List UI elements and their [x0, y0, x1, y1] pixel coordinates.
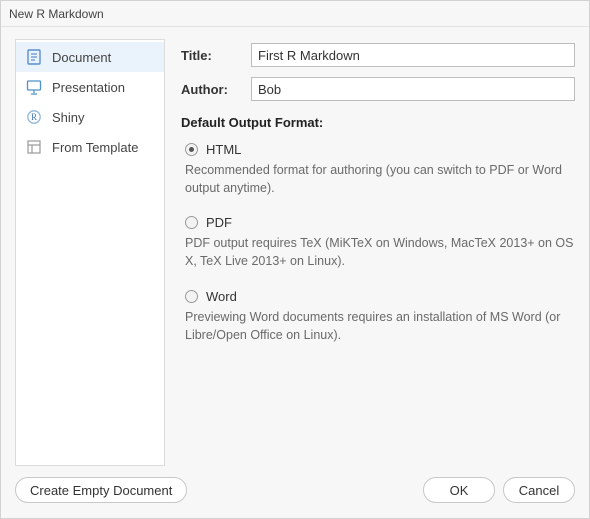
output-option-word: Word Previewing Word documents requires …	[181, 289, 575, 344]
button-label: OK	[450, 483, 469, 498]
radio-description: PDF output requires TeX (MiKTeX on Windo…	[185, 234, 575, 270]
title-row: Title:	[181, 43, 575, 67]
radio-button-icon	[185, 143, 198, 156]
radio-label: HTML	[206, 142, 241, 157]
title-input[interactable]	[251, 43, 575, 67]
output-format-heading: Default Output Format:	[181, 115, 575, 130]
sidebar-item-label: Presentation	[52, 80, 125, 95]
radio-html[interactable]: HTML	[185, 142, 575, 157]
window-title: New R Markdown	[9, 7, 104, 21]
dialog-window: New R Markdown Document	[0, 0, 590, 519]
presentation-icon	[26, 79, 42, 95]
radio-pdf[interactable]: PDF	[185, 215, 575, 230]
author-input[interactable]	[251, 77, 575, 101]
radio-description: Previewing Word documents requires an in…	[185, 308, 575, 344]
author-row: Author:	[181, 77, 575, 101]
sidebar-item-label: Shiny	[52, 110, 85, 125]
radio-description: Recommended format for authoring (you ca…	[185, 161, 575, 197]
ok-button[interactable]: OK	[423, 477, 495, 503]
output-option-pdf: PDF PDF output requires TeX (MiKTeX on W…	[181, 215, 575, 270]
window-titlebar: New R Markdown	[1, 1, 589, 27]
svg-text:R: R	[31, 112, 37, 122]
sidebar-item-presentation[interactable]: Presentation	[16, 72, 164, 102]
cancel-button[interactable]: Cancel	[503, 477, 575, 503]
radio-button-icon	[185, 216, 198, 229]
create-empty-document-button[interactable]: Create Empty Document	[15, 477, 187, 503]
sidebar-item-document[interactable]: Document	[16, 42, 164, 72]
radio-label: PDF	[206, 215, 232, 230]
dialog-footer: Create Empty Document OK Cancel	[1, 472, 589, 518]
title-label: Title:	[181, 48, 251, 63]
dialog-content: Document Presentation R	[1, 27, 589, 472]
shiny-icon: R	[26, 109, 42, 125]
author-label: Author:	[181, 82, 251, 97]
template-icon	[26, 139, 42, 155]
radio-button-icon	[185, 290, 198, 303]
radio-word[interactable]: Word	[185, 289, 575, 304]
radio-label: Word	[206, 289, 237, 304]
sidebar: Document Presentation R	[15, 39, 165, 466]
main-panel: Title: Author: Default Output Format: HT…	[181, 39, 575, 466]
button-label: Cancel	[519, 483, 559, 498]
sidebar-item-shiny[interactable]: R Shiny	[16, 102, 164, 132]
sidebar-item-label: From Template	[52, 140, 138, 155]
output-option-html: HTML Recommended format for authoring (y…	[181, 142, 575, 197]
button-label: Create Empty Document	[30, 483, 172, 498]
document-icon	[26, 49, 42, 65]
sidebar-item-from-template[interactable]: From Template	[16, 132, 164, 162]
sidebar-item-label: Document	[52, 50, 111, 65]
